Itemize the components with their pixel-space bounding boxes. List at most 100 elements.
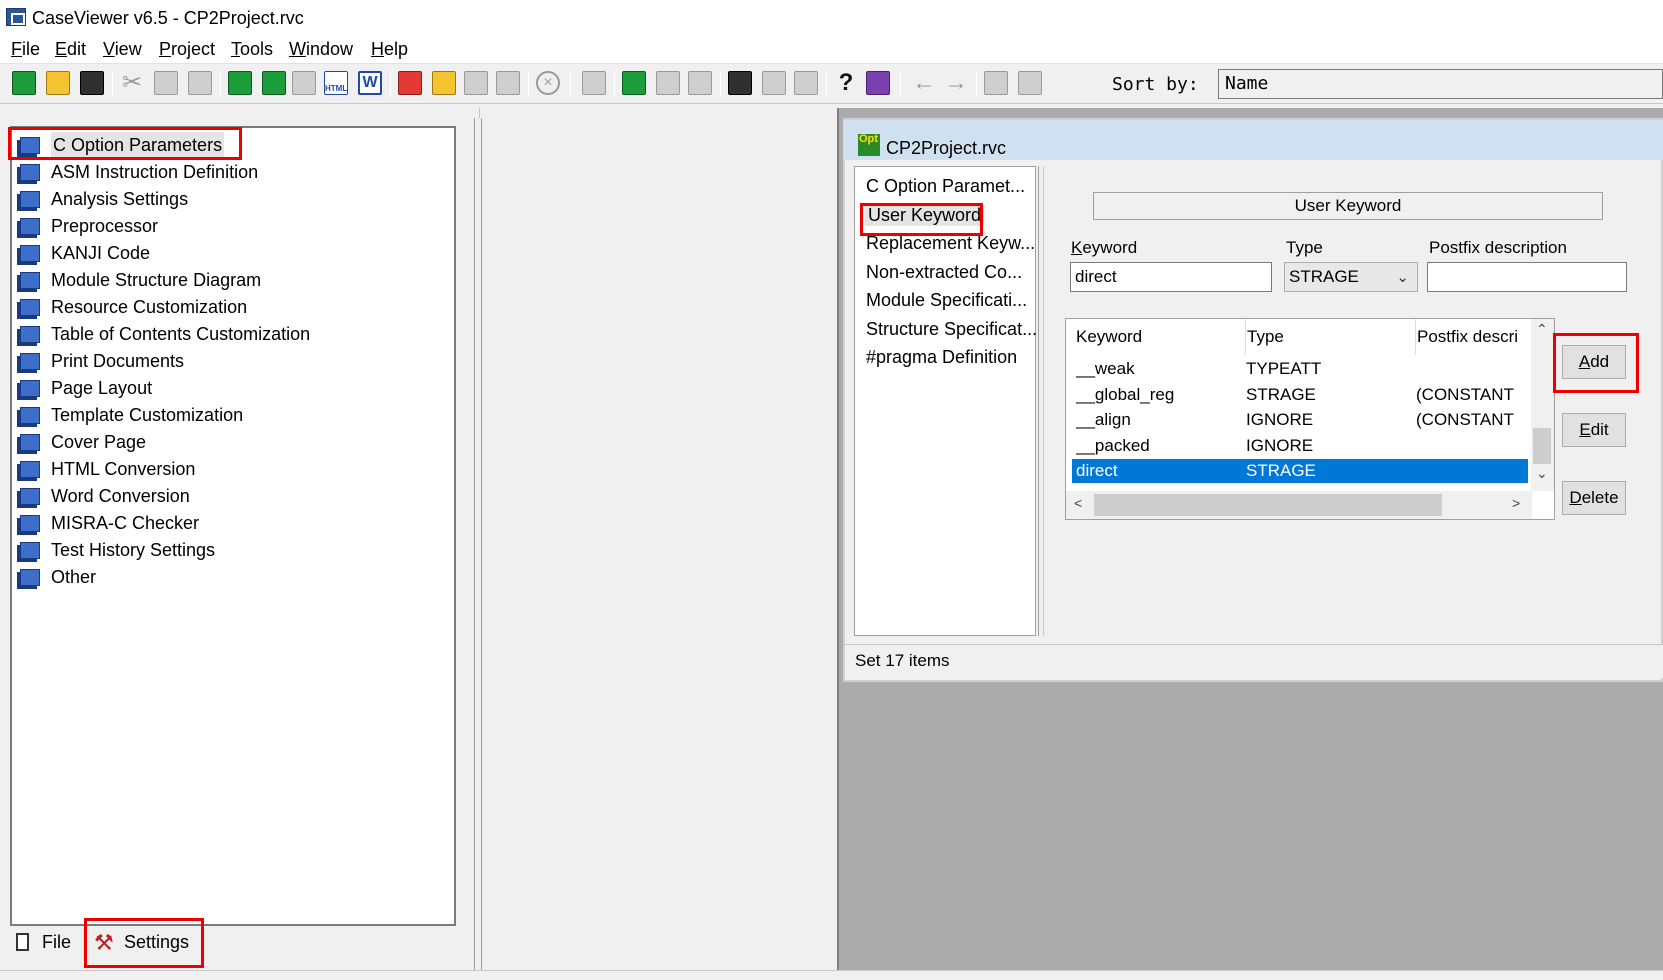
chart-icon[interactable] [432, 71, 456, 95]
column-header-type[interactable]: Type [1247, 327, 1284, 347]
vertical-scroll-thumb[interactable] [1533, 428, 1551, 464]
book-icon [20, 272, 40, 289]
paste-icon[interactable] [188, 71, 212, 95]
forward-arrow-icon[interactable]: → [944, 71, 968, 95]
book-icon [20, 191, 40, 208]
page-icon[interactable] [762, 71, 786, 95]
stop-icon[interactable]: × [536, 71, 560, 95]
book-icon [20, 461, 40, 478]
cell-type: STRAGE [1246, 461, 1316, 480]
sort-by-label: Sort by: [1112, 74, 1199, 95]
book-icon [20, 515, 40, 532]
category-splitter[interactable] [1038, 166, 1044, 636]
book-icon [20, 164, 40, 181]
tab-file[interactable]: File [10, 928, 80, 958]
menu-help[interactable]: Help [371, 39, 408, 60]
type-label: Type [1286, 238, 1323, 257]
keyword-input[interactable]: direct [1070, 262, 1272, 292]
splitter[interactable] [474, 118, 482, 970]
category-item[interactable]: Non-extracted Co... [866, 262, 1022, 283]
section-title: User Keyword [1093, 192, 1603, 220]
category-item[interactable]: Structure Specificat... [866, 319, 1037, 340]
highlight-user-keyword [860, 203, 983, 236]
compare-back-icon[interactable] [1018, 71, 1042, 95]
tree-item-label: Cover Page [51, 432, 147, 452]
book-icon [20, 434, 40, 451]
menu-window[interactable]: Window [289, 39, 353, 60]
cell-keyword: __weak [1076, 359, 1135, 378]
table-row[interactable]: __weak TYPEATT [1072, 357, 1528, 381]
manual-icon[interactable] [866, 71, 890, 95]
status-bar: Set 17 items [845, 644, 1663, 678]
horizontal-scroll-thumb[interactable] [1094, 494, 1442, 516]
type-select-value: STRAGE [1289, 267, 1359, 286]
edit-button[interactable]: Edit [1562, 413, 1626, 447]
export-out-icon[interactable] [688, 71, 712, 95]
book-icon [20, 488, 40, 505]
keyword-table: Keyword Type Postfix descri __weak TYPEAT… [1065, 318, 1555, 520]
vertical-scrollbar[interactable]: ⌃ ⌄ [1531, 319, 1554, 491]
tree-item-label: MISRA-C Checker [51, 513, 200, 533]
cell-postfix: (CONSTANT [1416, 384, 1514, 404]
tree-item-label: Word Conversion [51, 486, 190, 506]
table-row[interactable]: __align IGNORE (CONSTANT [1072, 408, 1528, 432]
analyze-all-icon[interactable] [262, 71, 286, 95]
scroll-right-icon[interactable]: > [1512, 495, 1520, 511]
html-export-icon[interactable]: HTML [324, 71, 348, 95]
category-item[interactable]: #pragma Definition [866, 347, 1017, 368]
tree-item-label: Analysis Settings [51, 189, 189, 209]
cell-postfix: (CONSTANT [1416, 410, 1514, 429]
file-icon [16, 933, 29, 951]
column-header-postfix[interactable]: Postfix descri [1417, 327, 1518, 347]
menu-file[interactable]: File [11, 39, 40, 60]
book-icon [20, 569, 40, 586]
find-icon[interactable] [622, 71, 646, 95]
cut-icon[interactable]: ✂ [120, 71, 144, 95]
cell-keyword: direct [1076, 461, 1118, 480]
list-icon[interactable] [464, 71, 488, 95]
menu-edit[interactable]: Edit [55, 39, 86, 60]
analyze-icon[interactable] [228, 71, 252, 95]
cell-keyword: __align [1076, 410, 1131, 429]
table-row[interactable]: __global_reg STRAGE (CONSTANT [1072, 383, 1528, 407]
cell-type: STRAGE [1246, 384, 1316, 404]
compare-icon[interactable] [984, 71, 1008, 95]
type-select[interactable]: STRAGE ⌄ [1284, 262, 1418, 292]
word-export-icon[interactable]: W [358, 71, 382, 95]
menu-project[interactable]: Project [159, 39, 215, 60]
book-icon [20, 218, 40, 235]
highlight-settings-tab [84, 918, 204, 968]
delete-button[interactable]: Delete [1562, 481, 1626, 515]
copy-icon[interactable] [154, 71, 178, 95]
export-icon[interactable] [292, 71, 316, 95]
help-icon[interactable]: ? [834, 71, 858, 95]
scroll-up-icon[interactable]: ⌃ [1536, 321, 1548, 338]
title-bar: CaseViewer v6.5 - CP2Project.rvc [0, 0, 1663, 36]
list-edit-icon[interactable] [496, 71, 520, 95]
print-icon[interactable] [582, 71, 606, 95]
category-item[interactable]: Replacement Keyw... [866, 233, 1035, 254]
book-icon [20, 407, 40, 424]
book-icon [20, 380, 40, 397]
category-item[interactable]: Module Specificati... [866, 290, 1027, 311]
open-folder-icon[interactable] [46, 71, 70, 95]
category-item[interactable]: C Option Paramet... [866, 176, 1025, 197]
page-list-icon[interactable] [794, 71, 818, 95]
document-icon[interactable] [398, 71, 422, 95]
column-header-keyword[interactable]: Keyword [1076, 327, 1142, 347]
menu-view[interactable]: View [103, 39, 142, 60]
cell-type: TYPEATT [1246, 359, 1322, 378]
window-icon[interactable] [728, 71, 752, 95]
new-project-icon[interactable] [12, 71, 36, 95]
postfix-input[interactable] [1427, 262, 1627, 292]
scroll-down-icon[interactable]: ⌄ [1536, 465, 1548, 482]
keyword-label: Keyword [1071, 238, 1138, 257]
menu-tools[interactable]: Tools [231, 39, 273, 60]
back-arrow-icon[interactable]: ← [912, 71, 936, 95]
table-row[interactable]: __packed IGNORE [1072, 434, 1528, 458]
sort-by-field[interactable]: Name [1218, 69, 1663, 99]
scroll-left-icon[interactable]: < [1074, 495, 1082, 511]
table-row[interactable]: direct STRAGE [1071, 458, 1529, 484]
save-icon[interactable] [80, 71, 104, 95]
import-icon[interactable] [656, 71, 680, 95]
